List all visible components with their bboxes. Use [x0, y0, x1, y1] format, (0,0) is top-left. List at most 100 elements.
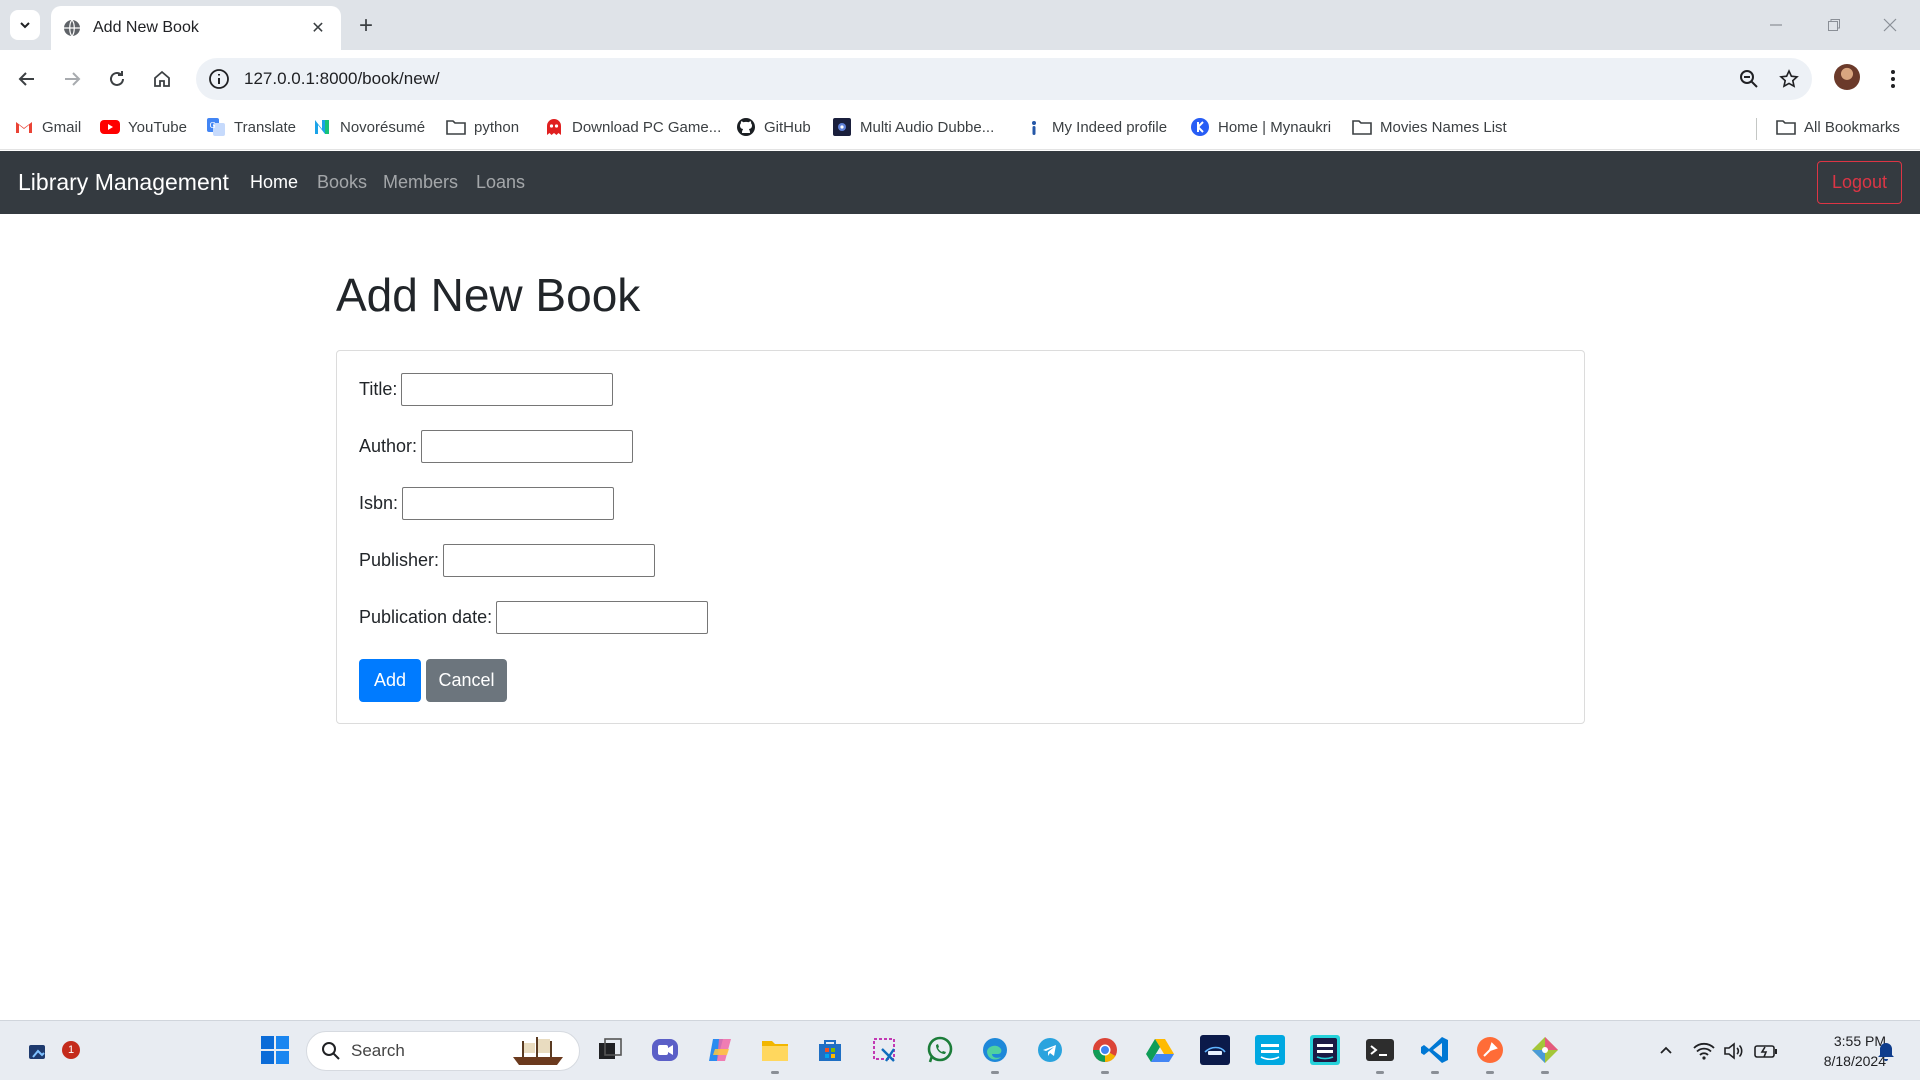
- taskbar-search-box[interactable]: Search: [306, 1031, 580, 1071]
- bookmark-indeed-profile[interactable]: My Indeed profile: [1024, 117, 1167, 137]
- forward-button[interactable]: [55, 62, 89, 96]
- profile-avatar[interactable]: [1834, 64, 1860, 90]
- site-info-icon[interactable]: [208, 68, 230, 90]
- nav-link-loans[interactable]: Loans: [476, 172, 525, 193]
- bookmark-folder-all-bookmarks[interactable]: All Bookmarks: [1776, 117, 1900, 137]
- teams-meet-button[interactable]: [648, 1033, 682, 1067]
- novoresume-icon: [312, 117, 332, 137]
- edge-button[interactable]: [978, 1033, 1012, 1067]
- movie-icon: [832, 117, 852, 137]
- copilot-icon: [709, 1039, 731, 1061]
- isbn-label: Isbn:: [359, 493, 399, 513]
- bookmark-mynaukri[interactable]: Home | Mynaukri: [1190, 117, 1331, 137]
- taskbar-clock[interactable]: 3:55 PM 8/18/2024: [1786, 1031, 1886, 1071]
- bookmark-github[interactable]: GitHub: [736, 117, 811, 137]
- isbn-input[interactable]: [402, 487, 615, 520]
- browser-toolbar: 127.0.0.1:8000/book/new/: [0, 50, 1920, 108]
- clock-date: 8/18/2024: [1823, 1053, 1886, 1069]
- copilot-button[interactable]: [703, 1033, 737, 1067]
- running-indicator: [1541, 1071, 1549, 1074]
- address-bar[interactable]: 127.0.0.1:8000/book/new/: [196, 58, 1812, 100]
- telegram-button[interactable]: [1033, 1033, 1067, 1067]
- file-explorer-button[interactable]: [758, 1033, 792, 1067]
- widgets-icon: [29, 1045, 45, 1059]
- volume-button[interactable]: [1722, 1039, 1746, 1063]
- bookmark-label: Gmail: [42, 118, 82, 136]
- bookmark-youtube[interactable]: YouTube: [100, 117, 187, 137]
- google-drive-button[interactable]: [1143, 1033, 1177, 1067]
- reload-button[interactable]: [100, 62, 134, 96]
- title-input[interactable]: [401, 373, 614, 406]
- postman-button[interactable]: [1473, 1033, 1507, 1067]
- telegram-icon: [1038, 1038, 1062, 1062]
- translate-icon: G: [206, 117, 226, 137]
- wifi-status-button[interactable]: [1692, 1039, 1716, 1063]
- browser-tab-active[interactable]: Add New Book ✕: [51, 6, 341, 50]
- nav-link-home[interactable]: Home: [250, 172, 298, 193]
- tab-search-button[interactable]: [10, 10, 40, 40]
- bookmark-download-pc-games[interactable]: Download PC Game...: [544, 117, 721, 137]
- arrow-right-icon: [65, 72, 81, 86]
- amazon-music-button[interactable]: [1308, 1033, 1342, 1067]
- edge-browser-icon: [983, 1038, 1007, 1062]
- battery-status-button[interactable]: [1754, 1039, 1778, 1063]
- show-hidden-icons-button[interactable]: [1654, 1039, 1678, 1063]
- close-tab-icon[interactable]: ✕: [307, 17, 329, 39]
- bookmark-label: My Indeed profile: [1052, 118, 1168, 136]
- vscode-button[interactable]: [1418, 1033, 1452, 1067]
- navbar-brand[interactable]: Library Management: [18, 169, 229, 196]
- bookmark-star-button[interactable]: [1772, 62, 1806, 96]
- microsoft-store-button[interactable]: [813, 1033, 847, 1067]
- nav-link-books[interactable]: Books: [317, 172, 367, 193]
- logout-button[interactable]: Logout: [1817, 161, 1902, 204]
- bookmark-novoresume[interactable]: Novorésumé: [312, 117, 425, 137]
- prime-video-button[interactable]: [1253, 1033, 1287, 1067]
- close-window-button[interactable]: [1870, 10, 1910, 40]
- volume-icon: [1724, 1042, 1743, 1060]
- bookmark-label: Translate: [234, 118, 296, 136]
- task-view-button[interactable]: [593, 1033, 627, 1067]
- store-icon: [819, 1040, 841, 1061]
- start-button[interactable]: [258, 1033, 292, 1067]
- bookmark-translate[interactable]: G Translate: [206, 117, 296, 137]
- notifications-button[interactable]: [1874, 1039, 1898, 1063]
- cancel-button[interactable]: Cancel: [426, 659, 507, 702]
- publication-date-input[interactable]: [496, 601, 709, 634]
- reload-icon: [110, 71, 124, 86]
- author-input[interactable]: [421, 430, 634, 463]
- whatsapp-button[interactable]: [923, 1033, 957, 1067]
- terminal-button[interactable]: [1363, 1033, 1397, 1067]
- back-button[interactable]: [10, 62, 44, 96]
- minimize-window-button[interactable]: [1756, 10, 1796, 40]
- bookmark-folder-movies-names-list[interactable]: Movies Names List: [1352, 117, 1507, 137]
- running-indicator: [1431, 1071, 1439, 1074]
- bookmarks-separator: [1756, 118, 1757, 140]
- bookmark-gmail[interactable]: Gmail: [14, 117, 81, 137]
- form-row-isbn: Isbn:: [359, 487, 615, 520]
- globe-icon: [64, 19, 80, 37]
- nav-link-members[interactable]: Members: [383, 172, 458, 193]
- vscode-icon: [1421, 1037, 1448, 1063]
- clock-time: 3:55 PM: [1833, 1033, 1886, 1049]
- form-row-author: Author:: [359, 430, 634, 463]
- chevron-up-icon: [1660, 1046, 1672, 1054]
- new-tab-button[interactable]: +: [352, 12, 380, 40]
- add-book-form: Title: Author: Isbn: Publisher: Publicat…: [336, 350, 1585, 724]
- taskbar-widgets-button[interactable]: 1: [22, 1033, 80, 1067]
- add-button[interactable]: Add: [359, 659, 421, 702]
- windows-taskbar: 1 Search 3:55 PM 8/18/2024: [0, 1020, 1920, 1080]
- publisher-input[interactable]: [443, 544, 656, 577]
- minimize-icon: [1770, 24, 1782, 26]
- disney-plus-button[interactable]: [1198, 1033, 1232, 1067]
- bookmark-label: Movies Names List: [1380, 118, 1507, 136]
- browser-menu-button[interactable]: [1880, 62, 1906, 96]
- zoom-button[interactable]: [1732, 62, 1766, 96]
- chrome-button[interactable]: [1088, 1033, 1122, 1067]
- home-button[interactable]: [145, 62, 179, 96]
- snipping-tool-button[interactable]: [868, 1033, 902, 1067]
- git-client-button[interactable]: [1528, 1033, 1562, 1067]
- bookmark-folder-python[interactable]: python: [446, 117, 519, 137]
- bookmark-multi-audio-dubbed[interactable]: Multi Audio Dubbe...: [832, 117, 994, 137]
- restore-window-button[interactable]: [1814, 10, 1854, 40]
- author-label: Author:: [359, 436, 418, 456]
